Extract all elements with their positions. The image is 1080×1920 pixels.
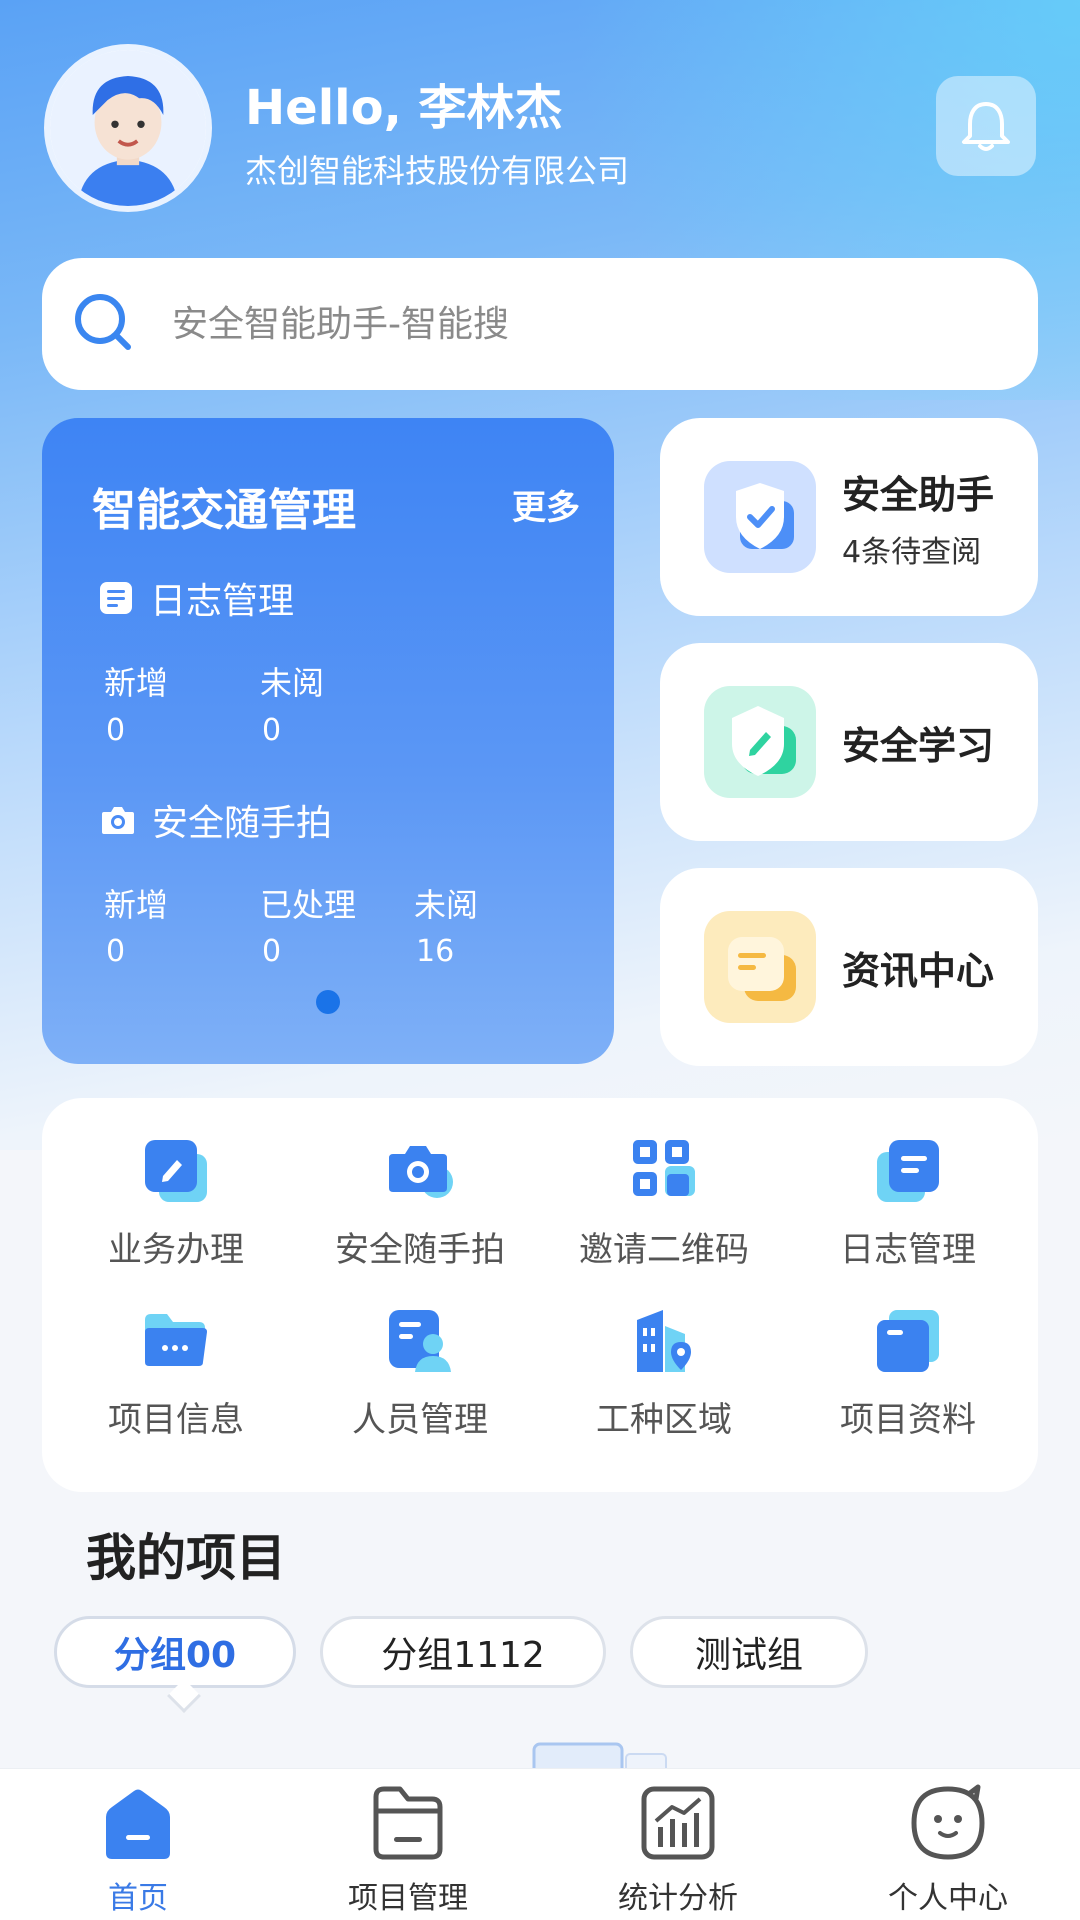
stat-label: 未阅 bbox=[414, 886, 479, 924]
group-chip-selected[interactable]: 分组00 bbox=[54, 1616, 296, 1688]
grid-item-project-docs[interactable]: 项目资料 bbox=[788, 1306, 1028, 1441]
grid-item-qrcode[interactable]: 邀请二维码 bbox=[544, 1136, 784, 1271]
group-chip[interactable]: 分组1112 bbox=[320, 1616, 606, 1688]
stat-value: 0 bbox=[106, 934, 126, 969]
stat-label: 新增 bbox=[104, 886, 169, 924]
grid-item-label: 人员管理 bbox=[352, 1400, 488, 1440]
grid-item-label: 安全随手拍 bbox=[335, 1230, 505, 1270]
tab-label: 项目管理 bbox=[348, 1881, 468, 1916]
stat-value: 16 bbox=[416, 934, 455, 969]
news-center-card[interactable]: 资讯中心 bbox=[660, 868, 1038, 1066]
bottom-tab-bar: 首页 项目管理 统计分析 个人中心 bbox=[0, 1768, 1080, 1920]
grid-item-label: 日志管理 bbox=[840, 1230, 976, 1270]
company-name: 杰创智能科技股份有限公司 bbox=[245, 152, 630, 190]
tab-label: 统计分析 bbox=[618, 1881, 738, 1916]
card-subtitle: 4条待查阅 bbox=[842, 534, 982, 570]
safety-assistant-card[interactable]: 安全助手 4条待查阅 bbox=[660, 418, 1038, 616]
stat-value: 0 bbox=[262, 934, 282, 969]
grid-item-label: 业务办理 bbox=[108, 1230, 244, 1270]
grid-item-photo[interactable]: 安全随手拍 bbox=[300, 1136, 540, 1271]
group-chip[interactable]: 测试组 bbox=[630, 1616, 868, 1688]
home-icon bbox=[106, 1789, 170, 1859]
grid-item-work-area[interactable]: 工种区域 bbox=[544, 1306, 784, 1441]
building-location-icon bbox=[637, 1310, 691, 1372]
edit-icon bbox=[145, 1140, 207, 1202]
notification-button[interactable] bbox=[936, 76, 1036, 176]
avatar-icon bbox=[50, 50, 206, 206]
card-title: 智能交通管理 bbox=[92, 485, 356, 536]
pager-indicator bbox=[316, 990, 340, 1014]
project-folder-icon bbox=[373, 1786, 443, 1860]
stat-label: 新增 bbox=[104, 664, 169, 702]
photo-section-header[interactable]: 安全随手拍 bbox=[100, 794, 332, 846]
log-section-header[interactable]: 日志管理 bbox=[98, 572, 294, 624]
grid-item-label: 项目资料 bbox=[840, 1400, 976, 1440]
chart-icon bbox=[641, 1786, 715, 1860]
traffic-management-card[interactable]: 智能交通管理 更多 日志管理 新增 0 未阅 0 安全随手拍 新增 0 已处理 … bbox=[42, 418, 614, 1064]
shield-pencil-icon bbox=[704, 686, 816, 798]
greeting: Hello, 李林杰 bbox=[245, 80, 563, 136]
stat-label: 未阅 bbox=[260, 664, 325, 702]
tab-label: 个人中心 bbox=[888, 1881, 1008, 1916]
people-icon bbox=[389, 1310, 451, 1372]
stat-value: 0 bbox=[106, 713, 126, 748]
search-icon bbox=[75, 294, 131, 350]
stat-value: 0 bbox=[262, 713, 282, 748]
grid-item-label: 工种区域 bbox=[596, 1400, 732, 1440]
card-title: 安全助手 bbox=[842, 472, 995, 517]
log-icon bbox=[877, 1140, 939, 1202]
search-input[interactable] bbox=[172, 303, 972, 345]
tab-project-management[interactable]: 项目管理 bbox=[308, 1783, 508, 1917]
camera-icon bbox=[102, 807, 134, 834]
grid-item-label: 邀请二维码 bbox=[579, 1230, 749, 1270]
tab-profile[interactable]: 个人中心 bbox=[848, 1783, 1048, 1917]
avatar[interactable] bbox=[44, 44, 212, 212]
grid-item-label: 项目信息 bbox=[108, 1400, 244, 1440]
grid-item-log[interactable]: 日志管理 bbox=[788, 1136, 1028, 1271]
camera-icon bbox=[389, 1146, 453, 1198]
quick-functions-panel: 业务办理 安全随手拍 邀请二维码 日志管理 项目信息 人员管理 工种区域 项目资… bbox=[42, 1098, 1038, 1492]
more-link[interactable]: 更多 bbox=[512, 480, 580, 529]
tab-statistics[interactable]: 统计分析 bbox=[578, 1783, 778, 1917]
document-icon bbox=[100, 582, 132, 614]
log-section-title: 日志管理 bbox=[150, 581, 295, 622]
search-bar[interactable] bbox=[42, 258, 1038, 390]
grid-item-personnel[interactable]: 人员管理 bbox=[300, 1306, 540, 1441]
grid-item-project-info[interactable]: 项目信息 bbox=[56, 1306, 296, 1441]
shield-check-icon bbox=[704, 461, 816, 573]
tab-label: 首页 bbox=[108, 1881, 168, 1916]
stat-label: 已处理 bbox=[260, 886, 357, 924]
grid-item-business[interactable]: 业务办理 bbox=[56, 1136, 296, 1271]
empty-state-illustration bbox=[532, 1742, 667, 1770]
bell-icon bbox=[962, 102, 1010, 151]
my-projects-title: 我的项目 bbox=[86, 1529, 286, 1587]
folder-icon bbox=[145, 1314, 207, 1366]
photo-section-title: 安全随手拍 bbox=[152, 803, 333, 844]
card-title: 安全学习 bbox=[842, 723, 995, 768]
tab-home[interactable]: 首页 bbox=[38, 1783, 238, 1917]
card-title: 资讯中心 bbox=[842, 948, 995, 993]
safety-learning-card[interactable]: 安全学习 bbox=[660, 643, 1038, 841]
news-icon bbox=[704, 911, 816, 1023]
qrcode-icon bbox=[633, 1140, 695, 1196]
profile-face-icon bbox=[911, 1784, 985, 1860]
docs-icon bbox=[877, 1310, 939, 1372]
